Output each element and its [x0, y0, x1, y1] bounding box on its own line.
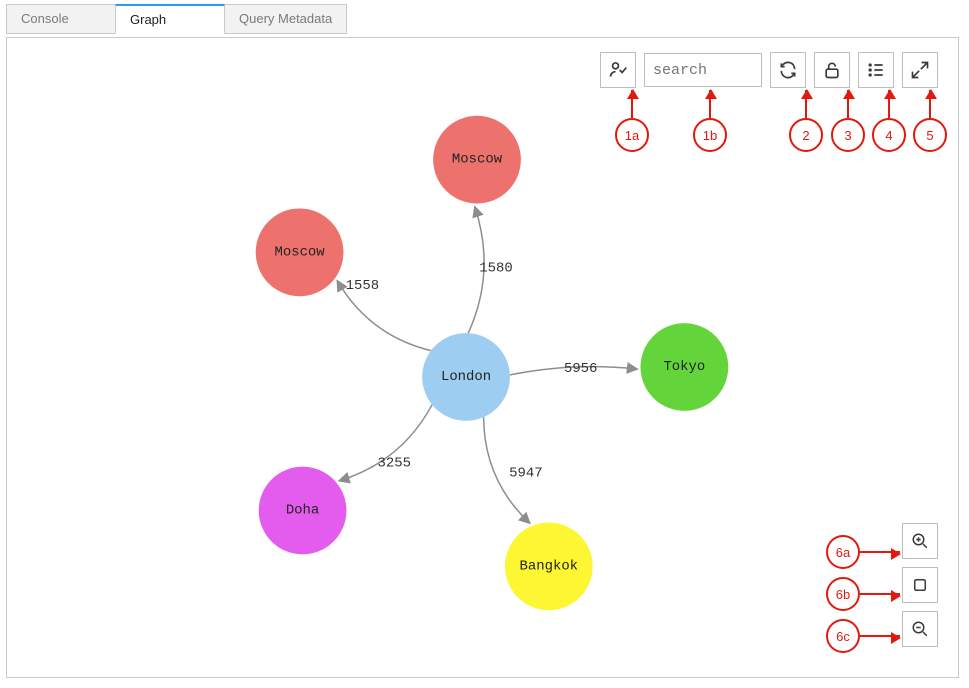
tab-query-metadata[interactable]: Query Metadata [224, 4, 347, 34]
graph-canvas[interactable]: 1558 1580 5956 5947 3255 London Moscow Moscow T… [7, 38, 958, 677]
expand-icon [910, 60, 930, 80]
edge-label: 5956 [564, 361, 597, 377]
unlock-button[interactable] [814, 52, 850, 88]
node-label: London [441, 369, 491, 385]
tab-bar: Console Graph Query Metadata [6, 4, 969, 34]
profile-check-button[interactable] [600, 52, 636, 88]
refresh-button[interactable] [770, 52, 806, 88]
tab-console[interactable]: Console [6, 4, 116, 34]
zoom-in-icon [911, 532, 929, 550]
fullscreen-button[interactable] [902, 52, 938, 88]
person-check-icon [608, 60, 628, 80]
node-label: Moscow [452, 152, 503, 168]
edge-label: 1580 [479, 260, 512, 276]
zoom-out-button[interactable] [902, 611, 938, 647]
graph-panel: 1558 1580 5956 5947 3255 London Moscow Moscow T… [6, 37, 959, 678]
square-icon [911, 576, 929, 594]
node-label: Moscow [274, 244, 325, 260]
node-label: Bangkok [520, 558, 579, 574]
node-label: Doha [286, 503, 319, 519]
zoom-in-button[interactable] [902, 523, 938, 559]
zoom-fit-button[interactable] [902, 567, 938, 603]
zoom-controls [902, 523, 938, 647]
refresh-icon [778, 60, 798, 80]
edge-label: 5947 [509, 466, 542, 482]
search-input[interactable] [644, 53, 762, 87]
edge-label: 1558 [346, 278, 379, 294]
node-label: Tokyo [663, 359, 705, 375]
zoom-out-icon [911, 620, 929, 638]
unlock-icon [822, 60, 842, 80]
list-icon [866, 60, 886, 80]
edge-label: 3255 [378, 456, 411, 472]
tab-graph[interactable]: Graph [115, 4, 225, 34]
list-button[interactable] [858, 52, 894, 88]
graph-toolbar [600, 52, 938, 88]
